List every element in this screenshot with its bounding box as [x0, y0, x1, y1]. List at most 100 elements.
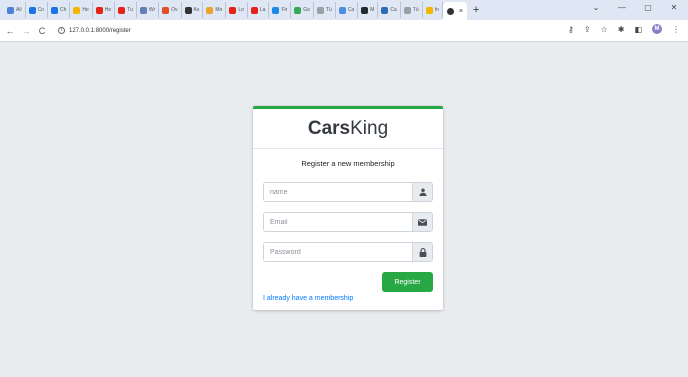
tab-label: Lo: [238, 7, 244, 13]
register-message: Register a new membership: [301, 159, 395, 168]
tab-label: Co: [37, 7, 44, 13]
tab-favicon-icon: [403, 6, 411, 14]
browser-tab[interactable]: As: [182, 2, 204, 18]
profile-avatar[interactable]: M: [652, 24, 662, 34]
register-card: CarsKing Register a new membership Regis…: [253, 106, 443, 310]
tab-favicon-icon: [250, 6, 258, 14]
extensions-icon[interactable]: ✱: [618, 25, 625, 34]
browser-tab[interactable]: Ov: [159, 2, 182, 18]
browser-tab[interactable]: Go: [291, 2, 314, 18]
browser-tab[interactable]: Tu: [115, 2, 137, 18]
browser-tab[interactable]: Mo: [203, 2, 227, 18]
tab-favicon-icon: [139, 6, 147, 14]
tab-label: Ov: [171, 7, 178, 13]
tab-favicon-icon: [28, 6, 36, 14]
tab-label: He: [104, 7, 112, 13]
card-header: CarsKing: [253, 109, 443, 149]
tab-favicon-icon: [118, 6, 126, 14]
tab-favicon-icon: [294, 6, 302, 14]
tab-favicon-icon: [206, 6, 214, 14]
globe-icon: [446, 7, 454, 15]
url-text[interactable]: 127.0.0.1:8000/register: [69, 28, 131, 34]
tab-label: La: [259, 7, 266, 13]
browser-tab[interactable]: Wr: [137, 2, 160, 18]
tab-label: Ca: [347, 7, 355, 13]
tab-favicon-icon: [316, 6, 324, 14]
sidepanel-icon[interactable]: ◧: [634, 25, 642, 34]
tab-favicon-icon: [381, 6, 389, 14]
browser-tab[interactable]: Ali: [4, 2, 26, 18]
brand-light-text: King: [350, 117, 389, 139]
browser-tab[interactable]: Lo: [226, 2, 248, 18]
name-input[interactable]: [264, 183, 412, 201]
maximize-button[interactable]: ▢: [644, 3, 652, 12]
browser-tab[interactable]: Fir: [269, 2, 292, 18]
browser-tab[interactable]: He: [93, 2, 116, 18]
browser-tab[interactable]: He: [70, 2, 93, 18]
browser-tab[interactable]: Ch: [48, 2, 71, 18]
browser-tab[interactable]: Ca: [336, 2, 359, 18]
browser-tab[interactable]: La: [248, 2, 270, 18]
forward-arrow-icon[interactable]: →: [20, 26, 32, 36]
browser-tab[interactable]: In: [423, 2, 443, 18]
email-input[interactable]: [264, 213, 412, 231]
tab-label: Ali: [16, 7, 22, 13]
tab-label: As: [193, 7, 200, 13]
register-button[interactable]: Register: [382, 272, 433, 292]
reload-icon[interactable]: C: [36, 26, 48, 36]
tab-favicon-icon: [73, 6, 81, 14]
info-icon[interactable]: i: [58, 27, 65, 34]
menu-icon[interactable]: ⋮: [672, 25, 680, 34]
url-field[interactable]: i 127.0.0.1:8000/register: [54, 23, 594, 38]
minimize-button[interactable]: —: [618, 3, 626, 12]
tab-favicon-icon: [361, 6, 369, 14]
tab-label: In: [434, 7, 439, 13]
brand-logo[interactable]: CarsKing: [308, 118, 388, 140]
browser-tab[interactable]: M: [358, 2, 379, 18]
tab-label: Mo: [215, 7, 223, 13]
browser-tab[interactable]: Tü: [314, 2, 336, 18]
tab-label: Tü: [325, 7, 332, 13]
tab-favicon-icon: [184, 6, 192, 14]
user-icon: [412, 183, 432, 201]
tab-favicon-icon: [272, 6, 280, 14]
tab-label: Wr: [148, 7, 156, 13]
tab-favicon-icon: [50, 6, 58, 14]
browser-tab[interactable]: Co: [26, 2, 48, 18]
form-actions: Register: [263, 272, 433, 292]
already-member-link[interactable]: I already have a membership: [263, 295, 433, 302]
tab-favicon-icon: [229, 6, 237, 14]
close-tab-icon[interactable]: ×: [459, 8, 463, 15]
brand-bold-text: Cars: [307, 117, 351, 139]
back-arrow-icon[interactable]: ←: [4, 26, 16, 36]
tab-search-icon[interactable]: ⌄: [592, 3, 600, 12]
password-input[interactable]: [264, 243, 412, 261]
tab-label: Ca: [390, 7, 397, 13]
tab-label: Ch: [59, 7, 67, 13]
tab-favicon-icon: [95, 6, 103, 14]
close-window-button[interactable]: ✕: [670, 3, 678, 12]
browser-tab[interactable]: Tü: [401, 2, 423, 18]
tab-strip: Ali Co Ch He He Tu Wr Ov As Mo Lo La Fir Go Tü Ca M Ca Tü I…: [0, 0, 688, 20]
tab-label: He: [82, 7, 89, 13]
tab-label: Fir: [281, 7, 288, 13]
tab-label: Tu: [127, 7, 133, 13]
share-icon[interactable]: ⇪: [584, 25, 591, 34]
tab-label: M: [370, 7, 375, 13]
name-input-group: [263, 182, 433, 202]
tab-favicon-icon: [425, 6, 433, 14]
tab-label: Tü: [412, 7, 419, 13]
password-input-group: [263, 242, 433, 262]
email-input-group: [263, 212, 433, 232]
tab-favicon-icon: [162, 6, 170, 14]
tab-favicon-icon: [7, 6, 14, 14]
tab-active[interactable]: ×: [442, 2, 467, 20]
new-tab-button[interactable]: +: [473, 4, 479, 16]
card-body: Register a new membership Register I alr…: [253, 149, 443, 302]
key-icon[interactable]: ⚷: [568, 25, 574, 34]
tab-favicon-icon: [338, 6, 346, 14]
window-controls: ⌄ — ▢ ✕: [592, 3, 678, 12]
tab-label: Go: [303, 7, 310, 13]
star-icon[interactable]: ☆: [601, 25, 608, 34]
browser-tab[interactable]: Ca: [378, 2, 401, 18]
